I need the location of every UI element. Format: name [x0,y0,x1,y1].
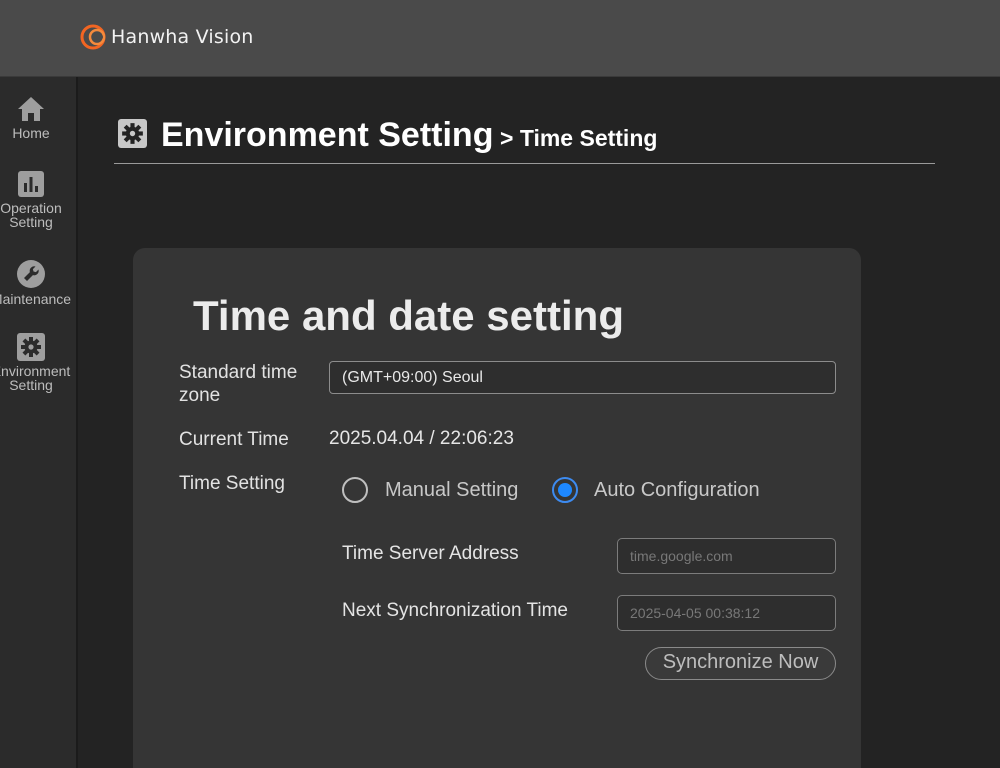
time-date-card: Time and date setting Standard time zone… [133,248,861,768]
page-title: Environment Setting [161,116,494,154]
sidebar-item-operation-setting[interactable]: Operation Setting [0,170,62,229]
brand-name: Hanwha Vision [111,26,254,48]
brand-logo[interactable]: Hanwha Vision [79,22,254,52]
time-server-input[interactable] [617,538,836,574]
gear-icon [118,119,147,148]
auto-configuration-radio[interactable] [552,477,578,503]
next-sync-input[interactable] [617,595,836,631]
sidebar-item-environment-setting[interactable]: Environment Setting [0,333,70,392]
chart-icon [18,171,44,197]
synchronize-now-button[interactable]: Synchronize Now [645,647,836,680]
breadcrumb: > Time Setting [500,125,658,151]
sidebar-item-maintenance[interactable]: Maintenance [0,259,71,306]
sidebar-item-label: Environment Setting [0,363,71,393]
current-time-value: 2025.04.04 / 22:06:23 [329,428,514,449]
wrench-icon [17,260,45,288]
home-icon [18,97,44,121]
manual-setting-radio[interactable] [342,477,368,503]
gear-icon [17,333,45,361]
sidebar-item-label: Maintenance [0,291,72,307]
manual-setting-label[interactable]: Manual Setting [385,479,518,502]
card-title: Time and date setting [193,292,624,339]
page-header: Environment Setting > Time Setting [114,112,935,164]
current-time-label: Current Time [179,429,289,450]
time-setting-label: Time Setting [179,473,285,494]
hanwha-logo-icon [80,24,106,50]
sidebar-item-home[interactable]: Home [0,95,62,140]
sidebar-item-label: Operation Setting [0,200,62,230]
sidebar: Home Operation Setting Maintenance [0,77,78,768]
next-sync-label: Next Synchronization Time [342,600,568,621]
auto-configuration-label[interactable]: Auto Configuration [594,479,760,502]
time-server-label: Time Server Address [342,543,519,564]
top-bar: Hanwha Vision [0,0,1000,77]
timezone-label: Standard time zone [179,362,298,406]
sidebar-item-label: Home [12,125,50,141]
timezone-select[interactable]: (GMT+09:00) Seoul [329,361,836,394]
